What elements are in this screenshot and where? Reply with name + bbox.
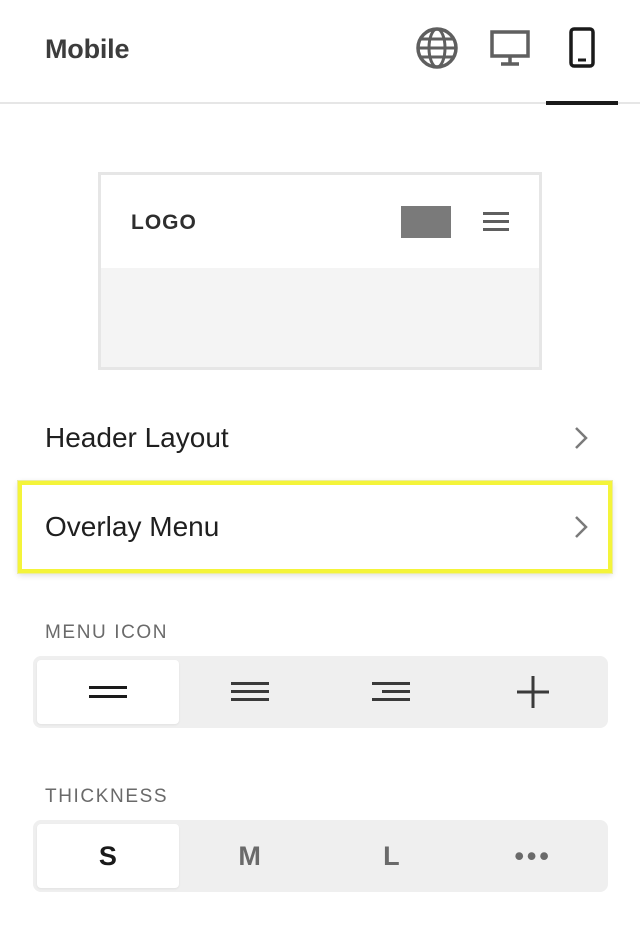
preview-header-bar: LOGO	[101, 175, 539, 268]
three-lines-icon	[230, 682, 269, 701]
two-lines-icon	[88, 686, 127, 698]
thickness-option-l[interactable]: L	[321, 824, 463, 888]
menu-icon-option-plus[interactable]	[462, 660, 604, 724]
panel-header: Mobile	[0, 0, 640, 105]
page-title: Mobile	[45, 34, 130, 64]
hamburger-icon	[483, 212, 509, 231]
thickness-selector: S M L •••	[33, 820, 608, 892]
preview-button-placeholder	[401, 206, 451, 238]
mobile-icon[interactable]	[560, 26, 604, 70]
active-tab-indicator	[546, 101, 618, 105]
plus-icon	[517, 676, 550, 708]
menu-icon-option-two-lines[interactable]	[37, 660, 179, 724]
overlay-menu-row[interactable]: Overlay Menu	[18, 481, 612, 573]
menu-icon-option-right-aligned[interactable]	[321, 660, 463, 724]
overlay-menu-label: Overlay Menu	[45, 511, 220, 542]
desktop-icon[interactable]	[488, 26, 532, 70]
chevron-right-icon	[575, 427, 588, 449]
menu-icon-section-label: MENU ICON	[45, 622, 169, 643]
header-preview: LOGO	[98, 172, 542, 370]
menu-icon-option-three-lines[interactable]	[179, 660, 321, 724]
right-aligned-lines-icon	[372, 682, 411, 701]
preview-logo: LOGO	[131, 211, 197, 234]
chevron-right-icon	[575, 516, 588, 538]
header-layout-label: Header Layout	[45, 422, 229, 453]
thickness-option-s[interactable]: S	[37, 824, 179, 888]
thickness-section-label: THICKNESS	[45, 786, 169, 807]
thickness-option-m[interactable]: M	[179, 824, 321, 888]
menu-icon-selector	[33, 656, 608, 728]
header-layout-row[interactable]: Header Layout	[18, 392, 612, 484]
globe-icon[interactable]	[415, 26, 459, 70]
thickness-option-more[interactable]: •••	[462, 824, 604, 888]
